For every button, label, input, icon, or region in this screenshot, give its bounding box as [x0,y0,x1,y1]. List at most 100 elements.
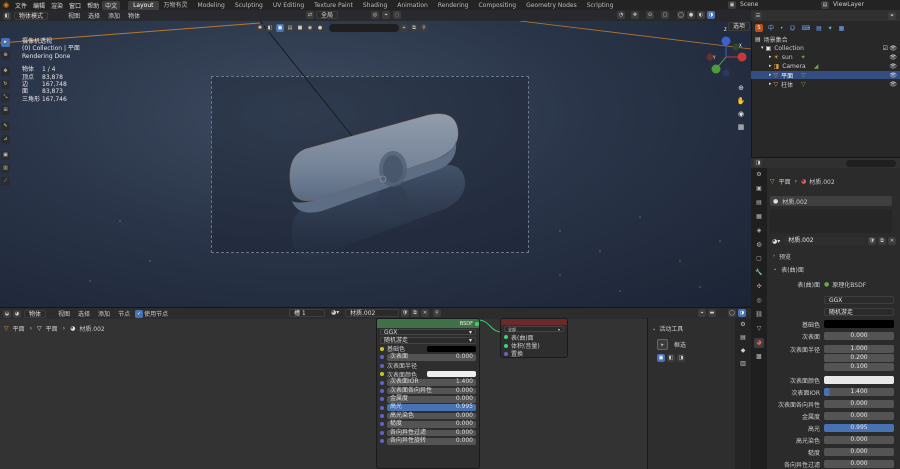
physics-tab-icon[interactable]: ◎ [754,296,764,306]
workspace-tab-sculpting[interactable]: Sculpting [230,1,268,10]
select-mode-icon[interactable]: ▣ [276,23,284,32]
pan-hand-icon[interactable]: ✋ [737,97,746,106]
prop-field-value[interactable]: 0.000 [824,332,894,340]
data-tab-icon[interactable]: ▽ [754,324,764,334]
menu-language[interactable]: 中文 [102,0,121,10]
menu-edit[interactable]: 编辑 [30,1,48,10]
output-tab-icon[interactable]: ▤ [754,198,764,208]
gizmo-toggle-icon[interactable]: ✥ [631,11,639,19]
bsdf-slider[interactable]: 次表面IOR 1.400 [387,379,476,386]
properties-search-input[interactable] [846,159,896,167]
prop-field-value[interactable] [824,320,894,328]
node-menu-select[interactable]: 选择 [74,309,94,318]
bsdf-slider[interactable]: 高光 0.995 [387,404,476,411]
node-tab-icon[interactable]: ◆ [739,346,748,355]
bsdf-slider[interactable]: 糙度 0.000 [387,421,476,428]
shading-solid-icon[interactable]: ● [687,11,695,19]
constraints-tab-icon[interactable]: ⛓ [754,310,764,320]
workspace-tab-animation[interactable]: Animation [392,1,433,10]
input-socket[interactable] [380,346,384,351]
solid-view-icon[interactable]: ■ [296,23,304,32]
node-menu-node[interactable]: 节点 [114,309,134,318]
perspective-toggle-icon[interactable]: ▦ [737,123,746,132]
node-object-dropdown[interactable]: 物体 [24,309,47,318]
texture-tab-icon[interactable]: ▩ [754,352,764,362]
snap-mode-icon[interactable]: ▬ [708,309,716,317]
subsurface-method-dropdown[interactable]: 随机游走 [824,308,894,316]
workspace-tab-custom[interactable]: 万物有灵 [159,1,193,10]
move-tool-icon[interactable]: ✥ [1,67,10,76]
workspace-tab-texture-paint[interactable]: Texture Paint [309,1,358,10]
fake-user-icon[interactable]: 🛡 [401,309,409,317]
image-icon[interactable]: ▤ [286,23,294,32]
pivot-icon[interactable]: ◎ [371,11,379,19]
prop-field-value[interactable]: 0.995 [824,424,894,432]
orientation-dropdown[interactable]: 全局 [316,11,339,19]
mode-extend-icon[interactable]: ◧ [667,354,675,362]
shading-material-icon[interactable]: ◐ [697,11,705,19]
new-icon[interactable]: + [400,23,408,32]
prop-field-value[interactable]: 1.000 [824,345,894,353]
input-socket[interactable] [380,405,384,410]
select-box-tool-icon[interactable]: ▸ [657,339,668,350]
input-socket[interactable] [380,430,384,435]
outliner-row-plane[interactable]: ▸ ▽ 平面 ▽ 👁 [751,71,900,80]
tool-tab-icon[interactable]: ⚙ [754,170,764,180]
copy-icon[interactable]: ⧉ [410,23,418,32]
bsdf-output-socket[interactable] [475,321,479,326]
blender-logo-icon[interactable]: ◉ [0,0,12,10]
transform-orientation-icon[interactable]: ⇄ [306,11,314,19]
knife-tool-icon[interactable]: ⟋ [1,177,10,186]
view-layer-name[interactable]: ViewLayer [833,0,864,10]
output-target-dropdown[interactable]: 全部 ▾ [504,326,564,332]
options-button[interactable]: 选项 [726,22,752,31]
node-material-field[interactable]: 材质.002 [345,309,399,317]
view-layer-tab-icon[interactable]: ▦ [754,212,764,222]
world-tab-icon[interactable]: ◍ [754,240,764,250]
view-tab-icon[interactable]: ▤ [739,333,748,342]
workspace-tab-scripting[interactable]: Scripting [582,1,619,10]
eye-icon[interactable]: 👁 [889,45,897,52]
shader-type-icon[interactable]: ◕ [13,309,21,318]
expand-arrow-icon[interactable]: ▸ [769,54,772,60]
volume-input-socket[interactable] [504,343,508,348]
viewport-menu-object[interactable]: 物体 [124,11,144,20]
section-preview[interactable]: › 预览 [767,251,900,261]
menu-render[interactable]: 渲染 [48,1,66,10]
overlay-icon[interactable]: ◯ [728,309,736,317]
proportional-edit-icon[interactable]: ◌ [393,11,401,19]
bsdf-slider[interactable]: 高光染色 0.000 [387,412,476,420]
scale-tool-icon[interactable]: ⤡ [1,93,10,102]
use-nodes-checkbox-icon[interactable]: ✓ [135,309,144,318]
unlink-material-icon[interactable]: ✕ [888,237,896,245]
annotate-tool-icon[interactable]: ✎ [1,122,10,131]
outliner-row-cylinder[interactable]: ▸ ▽ 柱体 ▽ 👁 [751,80,900,89]
add-cube-tool-icon[interactable]: ▣ [1,151,10,160]
input-socket[interactable] [380,380,384,385]
pin-icon[interactable]: ⚲ [433,309,441,317]
checkbox-icon[interactable]: ☑ [883,45,888,52]
input-socket[interactable] [380,372,384,377]
menu-help[interactable]: 帮助 [84,1,102,10]
input-socket[interactable] [380,363,384,368]
input-socket[interactable] [380,355,384,360]
input-socket[interactable] [380,388,384,393]
outliner-row-collection[interactable]: ▾ ▣ Collection ☑ 👁 [751,44,900,52]
shading-wireframe-icon[interactable]: ◯ [677,11,685,19]
workspace-tab-compositing[interactable]: Compositing [473,1,521,10]
outliner-row-camera[interactable]: ▸ ◨ Camera ◢ 👁 [751,62,900,70]
bsdf-node-header[interactable]: BSDF [377,319,479,328]
material-browse-icon[interactable]: ◕▾ [772,238,780,245]
sphere-preview-icon[interactable]: ● [316,23,324,32]
expand-arrow-icon[interactable]: ▾ [761,45,764,51]
viewport-menu-select[interactable]: 选择 [84,11,104,20]
transform-tool-icon[interactable]: ⊞ [1,106,10,115]
eye-icon[interactable]: 👁 [889,81,897,88]
outliner-row-scene-collection[interactable]: ▤ 场景集合 [751,35,900,44]
color-wheel-icon[interactable]: ✺ [256,23,264,32]
bsdf-slider[interactable]: 各向异性过滤 0.000 [387,429,476,437]
prop-field-value[interactable]: 0.000 [824,436,894,444]
input-socket[interactable] [380,414,384,419]
duplicate-icon[interactable]: ⧉ [411,309,419,317]
render-tab-icon[interactable]: ▣ [754,184,764,194]
